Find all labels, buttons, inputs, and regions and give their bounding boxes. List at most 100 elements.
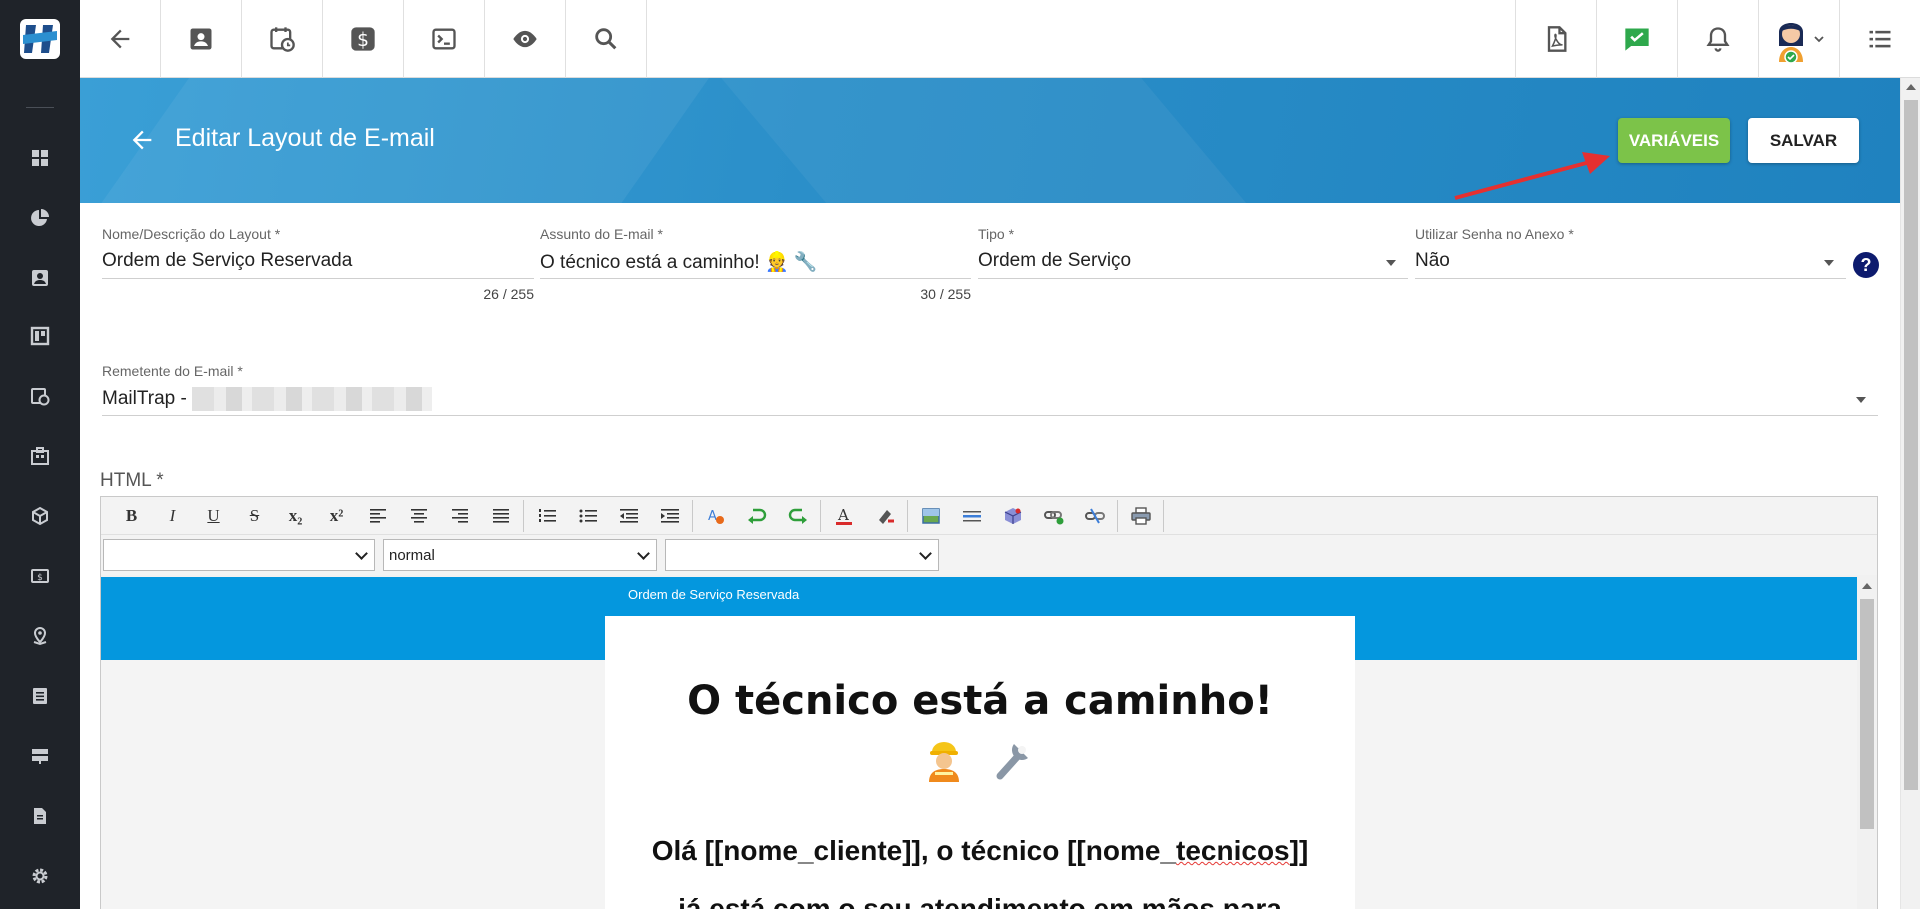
attachment-password-select[interactable]: Utilizar Senha no Anexo * Não [1415, 226, 1846, 286]
dollar-icon: $ [351, 27, 375, 51]
finance-button[interactable]: $ [323, 0, 404, 78]
horizontal-rule-button[interactable] [951, 499, 992, 533]
sidebar-item-documents[interactable] [0, 796, 80, 836]
main-menu-button[interactable] [1839, 0, 1920, 78]
align-center-button[interactable] [398, 499, 439, 533]
sidebar-item-settings[interactable] [0, 856, 80, 896]
toolbar-divider [907, 499, 908, 532]
align-right-button[interactable] [439, 499, 480, 533]
scroll-up-arrow-icon[interactable] [1862, 583, 1872, 589]
sidebar-item-servers[interactable] [0, 736, 80, 776]
calendar-clock-icon [31, 388, 50, 406]
sidebar-item-reports[interactable] [0, 198, 80, 238]
chat-check-icon [1625, 28, 1649, 51]
dropdown-caret-icon[interactable] [1856, 397, 1866, 403]
justify-button[interactable] [480, 499, 521, 533]
page-scrollbar[interactable] [1900, 78, 1920, 909]
back-button[interactable] [80, 0, 161, 78]
print-button[interactable] [1120, 499, 1161, 533]
schedule-button[interactable] [242, 0, 323, 78]
sidebar-item-contacts[interactable] [0, 258, 80, 298]
italic-button[interactable]: I [152, 499, 193, 533]
layout-name-field[interactable]: Nome/Descrição do Layout * Ordem de Serv… [102, 226, 534, 310]
unlink-button[interactable] [1074, 499, 1115, 533]
highlight-button[interactable] [864, 499, 905, 533]
subject-input[interactable]: O técnico está a caminho! 👷 🔧 [540, 250, 971, 274]
sidebar-item-schedule[interactable] [0, 376, 80, 416]
pdf-button[interactable] [1515, 0, 1596, 78]
sidebar: $ [0, 78, 80, 909]
logo-container[interactable] [0, 0, 80, 78]
money-icon: $ [31, 569, 49, 583]
menu-list-icon [1869, 30, 1891, 48]
editor-scrollbar[interactable] [1857, 577, 1877, 909]
chevron-down-icon [637, 547, 650, 560]
font-size-value: normal [389, 546, 435, 564]
toolbar-divider [523, 499, 524, 532]
contacts-button[interactable] [161, 0, 242, 78]
user-menu-button[interactable] [1758, 0, 1839, 78]
insert-link-button[interactable] [1033, 499, 1074, 533]
scrollbar-thumb[interactable] [1904, 100, 1918, 790]
type-value[interactable]: Ordem de Serviço [978, 250, 1408, 272]
editor-scrollbar-thumb[interactable] [1860, 599, 1874, 829]
attachment-password-value[interactable]: Não [1415, 250, 1846, 272]
type-select[interactable]: Tipo * Ordem de Serviço [978, 226, 1408, 286]
dropdown-caret-icon[interactable] [1386, 260, 1396, 266]
notifications-button[interactable] [1677, 0, 1758, 78]
sidebar-item-products[interactable] [0, 496, 80, 536]
superscript-button[interactable]: x² [316, 499, 357, 533]
sidebar-item-company[interactable] [0, 436, 80, 476]
text-color-button[interactable]: A [823, 499, 864, 533]
outdent-button[interactable] [608, 499, 649, 533]
ordered-list-button[interactable] [526, 499, 567, 533]
page-header: Editar Layout de E-mail VARIÁVEIS SALVAR [80, 78, 1900, 203]
unordered-list-button[interactable] [567, 499, 608, 533]
list-icon [33, 688, 47, 704]
font-family-select[interactable] [103, 539, 375, 571]
view-button[interactable] [485, 0, 566, 78]
unordered-list-icon [579, 509, 597, 522]
terminal-button[interactable] [404, 0, 485, 78]
contacts-icon [190, 28, 212, 50]
help-icon[interactable]: ? [1853, 252, 1879, 278]
sidebar-item-dashboard[interactable] [0, 138, 80, 178]
font-size-select[interactable]: normal [383, 539, 657, 571]
subscript-button[interactable]: x₂ [275, 499, 316, 533]
layout-name-input[interactable]: Ordem de Serviço Reservada [102, 250, 534, 272]
save-button[interactable]: SALVAR [1748, 118, 1859, 163]
subject-field[interactable]: Assunto do E-mail * O técnico está a cam… [540, 226, 971, 310]
underline-button[interactable]: U [193, 499, 234, 533]
strikethrough-button[interactable]: S [234, 499, 275, 533]
undo-button[interactable] [736, 499, 777, 533]
sidebar-item-finance[interactable]: $ [0, 556, 80, 596]
bold-button[interactable]: B [111, 499, 152, 533]
document-icon [34, 808, 46, 824]
sidebar-item-map[interactable] [0, 616, 80, 656]
field-underline [102, 278, 534, 279]
redo-button[interactable] [777, 499, 818, 533]
insert-object-button[interactable] [992, 499, 1033, 533]
align-center-icon [410, 508, 427, 523]
align-left-button[interactable] [357, 499, 398, 533]
find-replace-button[interactable]: A [695, 499, 736, 533]
indent-button[interactable] [649, 499, 690, 533]
back-arrow-icon[interactable] [128, 126, 156, 154]
sidebar-item-kanban[interactable] [0, 316, 80, 356]
svg-text:$: $ [357, 30, 369, 51]
undo-icon [747, 508, 766, 524]
kanban-icon [30, 326, 50, 346]
variables-button[interactable]: VARIÁVEIS [1618, 118, 1730, 163]
insert-image-button[interactable] [910, 499, 951, 533]
dropdown-caret-icon[interactable] [1824, 260, 1834, 266]
search-button[interactable] [566, 0, 647, 78]
sender-value[interactable]: MailTrap - [102, 387, 1878, 411]
sender-select[interactable]: Remetente do E-mail * MailTrap - [102, 363, 1878, 423]
sidebar-item-list[interactable] [0, 676, 80, 716]
paragraph-style-select[interactable] [665, 539, 939, 571]
construction-worker-icon [929, 742, 959, 782]
editor-content-area[interactable]: Ordem de Serviço Reservada O técnico est… [101, 577, 1877, 909]
chat-button[interactable] [1596, 0, 1677, 78]
bell-icon [1706, 27, 1730, 52]
scroll-up-arrow-icon[interactable] [1906, 84, 1916, 90]
